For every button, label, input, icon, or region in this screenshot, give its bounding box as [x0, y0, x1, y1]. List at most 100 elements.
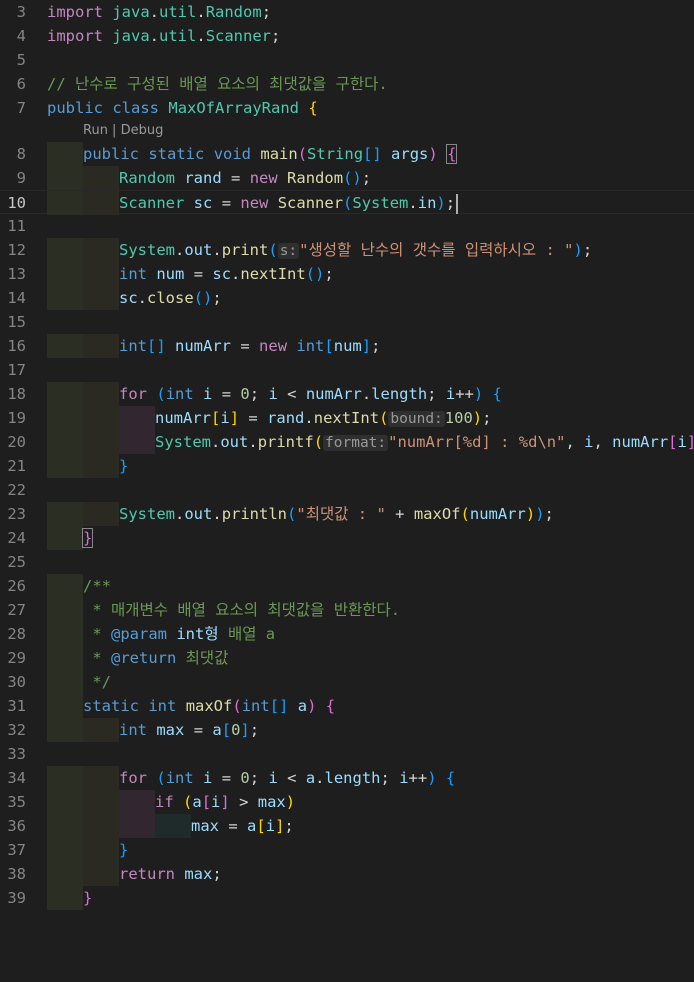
code-line[interactable]: 36 max = a[i]; [0, 814, 694, 838]
code-line[interactable]: 16 int[] numArr = new int[num]; [0, 334, 694, 358]
code-line[interactable]: 9 Random rand = new Random(); [0, 166, 694, 190]
code-line[interactable]: 25 [0, 550, 694, 574]
code-content[interactable]: } [47, 838, 128, 862]
code-line[interactable]: 23 System.out.println("최댓값 : " + maxOf(n… [0, 502, 694, 526]
code-line[interactable]: 12 System.out.print(s: "생성할 난수의 갯수를 입력하시오… [0, 238, 694, 262]
code-token: ] [275, 817, 285, 835]
indent-guide [83, 862, 119, 886]
code-content[interactable]: Random rand = new Random(); [47, 166, 371, 190]
code-content[interactable]: sc.close(); [47, 286, 222, 310]
code-content[interactable]: Scanner sc = new Scanner(System.in); [47, 191, 459, 215]
line-number: 15 [7, 313, 26, 331]
code-content[interactable]: for (int i = 0; i < numArr.length; i++) … [47, 382, 502, 406]
code-content[interactable]: max = a[i]; [47, 814, 294, 838]
code-line[interactable]: 15 [0, 310, 694, 334]
code-content[interactable]: if (a[i] > max) [47, 790, 295, 814]
line-number: 22 [7, 481, 26, 499]
code-token: i [211, 793, 221, 811]
code-content[interactable]: for (int i = 0; i < a.length; i++) { [47, 766, 455, 790]
code-line[interactable]: 20 System.out.printf(format: "numArr[%d] … [0, 430, 694, 454]
code-token: int [148, 697, 177, 715]
code-content[interactable]: } [47, 526, 94, 550]
code-content[interactable]: static int maxOf(int[] a) { [47, 694, 335, 718]
code-token: () [343, 169, 362, 187]
code-content[interactable]: System.out.printf(format: "numArr[%d] : %… [47, 430, 694, 455]
code-content[interactable]: } [47, 454, 128, 478]
code-line[interactable]: 31 static int maxOf(int[] a) { [0, 694, 694, 718]
code-line[interactable]: 4 import java.util.Scanner; [0, 24, 694, 48]
code-line[interactable]: 35 if (a[i] > max) [0, 790, 694, 814]
code-line[interactable]: 21 } [0, 454, 694, 478]
code-editor[interactable]: 3 import java.util.Random; 4 import java… [0, 0, 694, 912]
code-line[interactable]: 13 int num = sc.nextInt(); [0, 262, 694, 286]
code-token: = [221, 769, 232, 787]
code-line[interactable]: 29 * @return 최댓값 [0, 646, 694, 670]
code-token: ; [284, 817, 294, 835]
indent-guide [83, 454, 119, 478]
code-token: } [81, 528, 94, 548]
code-line[interactable]: 22 [0, 478, 694, 502]
code-content[interactable]: return max; [47, 862, 222, 886]
code-token: /** [83, 577, 111, 595]
code-content[interactable]: import java.util.Random; [47, 0, 271, 24]
code-line[interactable]: 30 */ [0, 670, 694, 694]
code-content[interactable]: // 난수로 구성된 배열 요소의 최댓값을 구한다. [47, 72, 388, 96]
code-line[interactable]: 6 // 난수로 구성된 배열 요소의 최댓값을 구한다. [0, 72, 694, 96]
line-number: 6 [16, 75, 26, 93]
code-line[interactable]: 18 for (int i = 0; i < numArr.length; i+… [0, 382, 694, 406]
code-line[interactable]: 3 import java.util.Random; [0, 0, 694, 24]
code-content[interactable]: int max = a[0]; [47, 718, 259, 742]
code-token: ] [361, 337, 372, 355]
code-token: sc [193, 194, 213, 212]
code-token: = [248, 409, 258, 427]
code-content[interactable]: System.out.print(s: "생성할 난수의 갯수를 입력하시오 : … [47, 238, 592, 263]
code-token: * [83, 625, 111, 643]
code-token: max [257, 793, 286, 811]
code-content[interactable]: int[] numArr = new int[num]; [47, 334, 380, 358]
code-token: > [239, 793, 249, 811]
code-line[interactable]: 24 } [0, 526, 694, 550]
code-line[interactable]: 37 } [0, 838, 694, 862]
code-line[interactable]: 11 [0, 214, 694, 238]
code-line-current[interactable]: 10 💡 Scanner sc = new Scanner(System.in)… [0, 190, 694, 215]
code-token: () [305, 265, 325, 283]
code-line[interactable]: 33 [0, 742, 694, 766]
code-content[interactable]: * @return 최댓값 [47, 646, 228, 670]
code-token: ( [313, 433, 324, 451]
code-line[interactable]: 38 return max; [0, 862, 694, 886]
code-token: new [249, 169, 278, 187]
code-token: = [221, 385, 232, 403]
code-content[interactable]: import java.util.Scanner; [47, 24, 280, 48]
code-line[interactable]: 17 [0, 358, 694, 382]
code-line[interactable]: 14 sc.close(); [0, 286, 694, 310]
code-line[interactable]: 34 for (int i = 0; i < a.length; i++) { [0, 766, 694, 790]
code-line[interactable]: 5 [0, 48, 694, 72]
code-content[interactable]: numArr[i] = rand.nextInt(bound: 100); [47, 406, 491, 431]
code-line[interactable]: 28 * @param int형 배열 a [0, 622, 694, 646]
code-content[interactable]: } [47, 886, 92, 910]
code-content[interactable]: * @param int형 배열 a [47, 622, 275, 646]
code-token: i [445, 385, 456, 403]
indent-guide [119, 790, 155, 814]
code-line[interactable]: 27 * 매개변수 배열 요소의 최댓값을 반환한다. [0, 598, 694, 622]
code-content[interactable]: * 매개변수 배열 요소의 최댓값을 반환한다. [47, 598, 400, 622]
code-content[interactable]: /** [47, 574, 111, 598]
code-token: < [287, 769, 297, 787]
code-line[interactable]: 7 public class MaxOfArrayRand { [0, 96, 694, 120]
code-token: Random [287, 169, 344, 187]
code-token: ; [212, 289, 222, 307]
code-content[interactable]: public class MaxOfArrayRand { [47, 96, 318, 120]
code-content[interactable]: public static void main(String[] args) { [47, 142, 458, 166]
code-content[interactable]: int num = sc.nextInt(); [47, 262, 334, 286]
code-content[interactable]: */ [47, 670, 111, 694]
code-token: MaxOfArrayRand [168, 99, 300, 117]
code-content[interactable]: System.out.println("최댓값 : " + maxOf(numA… [47, 502, 554, 526]
indent-guide [47, 766, 83, 790]
indent-guide [83, 166, 119, 190]
code-line[interactable]: 26 /** [0, 574, 694, 598]
code-line[interactable]: 19 numArr[i] = rand.nextInt(bound: 100); [0, 406, 694, 430]
run-debug-code-lens[interactable]: Run | Debug [83, 120, 163, 142]
code-line[interactable]: 32 int max = a[0]; [0, 718, 694, 742]
code-line[interactable]: 8 public static void main(String[] args)… [0, 142, 694, 166]
code-line[interactable]: 39 } [0, 886, 694, 910]
